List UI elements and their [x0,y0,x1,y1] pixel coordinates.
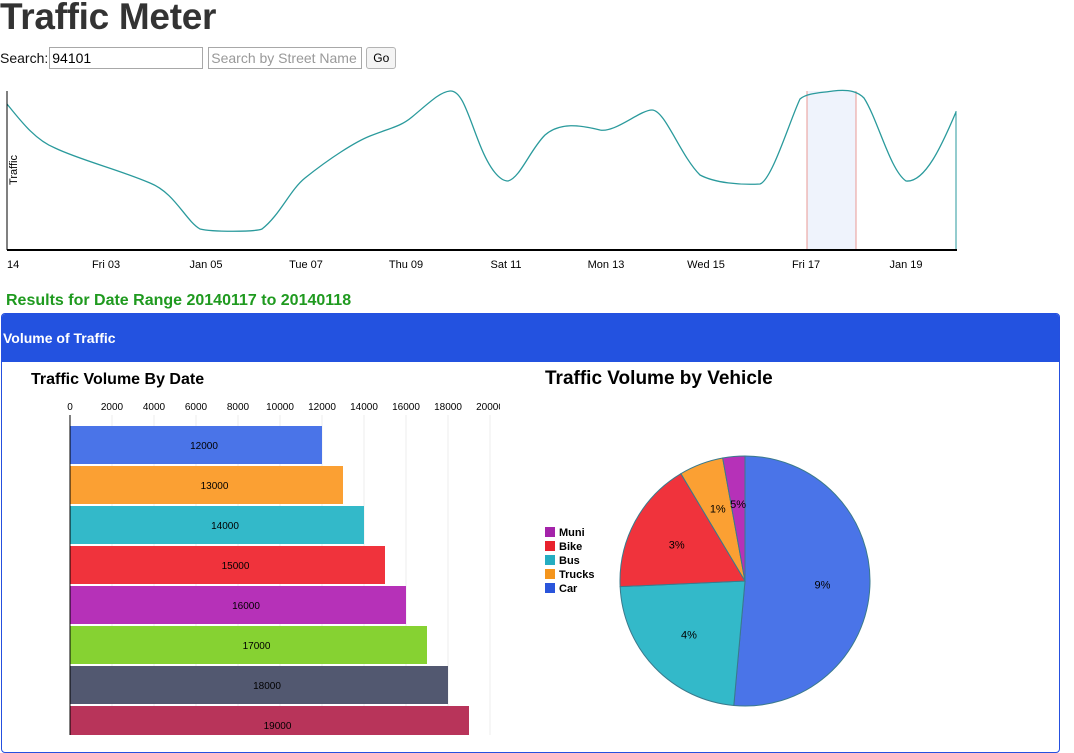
bar-axis-tick-label: 10000 [266,402,294,413]
bar-value-label: 16000 [232,601,260,612]
timeline-tick-label: Wed 15 [687,259,725,271]
pie-slice-label: 1% [710,503,726,515]
results-heading: Results for Date Range 20140117 to 20140… [6,292,352,309]
timeline-tick-label: Fri 17 [792,259,820,271]
timeline-tick-labels: 14 Fri 03 Jan 05 Tue 07 Thu 09 Sat 11 Mon 13 We… [7,259,923,271]
bar-axis-tick-label: 2000 [101,402,124,413]
legend-swatch [545,527,555,537]
pie-slice[interactable] [619,580,746,707]
selected-range-brush[interactable] [807,91,856,249]
bar-value-label: 18000 [253,681,281,692]
bar-axis-tick-label: 20000 [476,402,500,413]
bar-chart-title: Traffic Volume By Date [31,371,205,388]
page-title: Traffic Meter [0,0,217,37]
traffic-by-date-bar-chart: 0 2000 4000 6000 8000 10000 12000 14000 16000 180… [67,402,500,735]
traffic-by-vehicle-pie-chart: Muni Bike Bus Trucks Car 9% 4% 3% 1% 5% [545,455,871,707]
timeline-tick-label: Tue 07 [289,259,323,271]
search-bar: Search: Go [0,46,397,70]
bar-axis-tick-label: 18000 [434,402,462,413]
bar-axis-tick-label: 0 [67,402,73,413]
bar-axis-tick-label: 14000 [350,402,378,413]
zip-search-input[interactable] [49,47,204,69]
timeline-y-label: Traffic [8,155,20,185]
legend-label: Car [559,583,578,595]
bar-axis-tick-label: 6000 [185,402,208,413]
legend-swatch [545,541,555,551]
go-button[interactable]: Go [366,47,397,69]
street-search-input[interactable] [208,47,363,69]
legend-label: Trucks [559,569,594,581]
bar-value-label: 12000 [190,441,218,452]
bar-axis-tick-label: 16000 [392,402,420,413]
legend-label: Muni [559,527,585,539]
pie-chart-title: Traffic Volume by Vehicle [545,368,773,389]
bar-value-label: 17000 [243,641,271,652]
bar-value-label: 19000 [264,721,292,732]
pie-slice[interactable] [733,455,871,707]
timeline-tick-label: Jan 05 [189,259,222,271]
bar-value-label: 14000 [211,521,239,532]
bar-value-label: 13000 [201,481,229,492]
timeline-tick-label: 14 [7,259,19,271]
timeline-tick-label: Jan 19 [889,259,922,271]
bar-axis-tick-label: 8000 [227,402,250,413]
timeline-tick-label: Fri 03 [92,259,120,271]
panel-header: Volume of Traffic [2,314,1059,362]
bar-axis-tick-label: 12000 [308,402,336,413]
bar-axis-tick-label: 4000 [143,402,166,413]
timeline-tick-label: Thu 09 [389,259,423,271]
search-label: Search: [0,50,49,66]
timeline-tick-label: Mon 13 [588,259,625,271]
pie-slice-label: 4% [681,630,697,642]
pie-slice-label: 9% [814,579,830,591]
pie-slice-label: 3% [669,539,685,551]
legend-swatch [545,569,555,579]
legend-label: Bike [559,541,582,553]
timeline-tick-label: Sat 11 [491,259,522,271]
legend-swatch [545,583,555,593]
legend-label: Bus [559,555,580,567]
timeline-chart[interactable]: Traffic 14 Fri 03 Jan 05 Tue 07 Thu 09 Sat 11… [0,80,1074,280]
legend-swatch [545,555,555,565]
bar-value-label: 15000 [222,561,250,572]
pie-slice-label: 5% [730,499,746,511]
